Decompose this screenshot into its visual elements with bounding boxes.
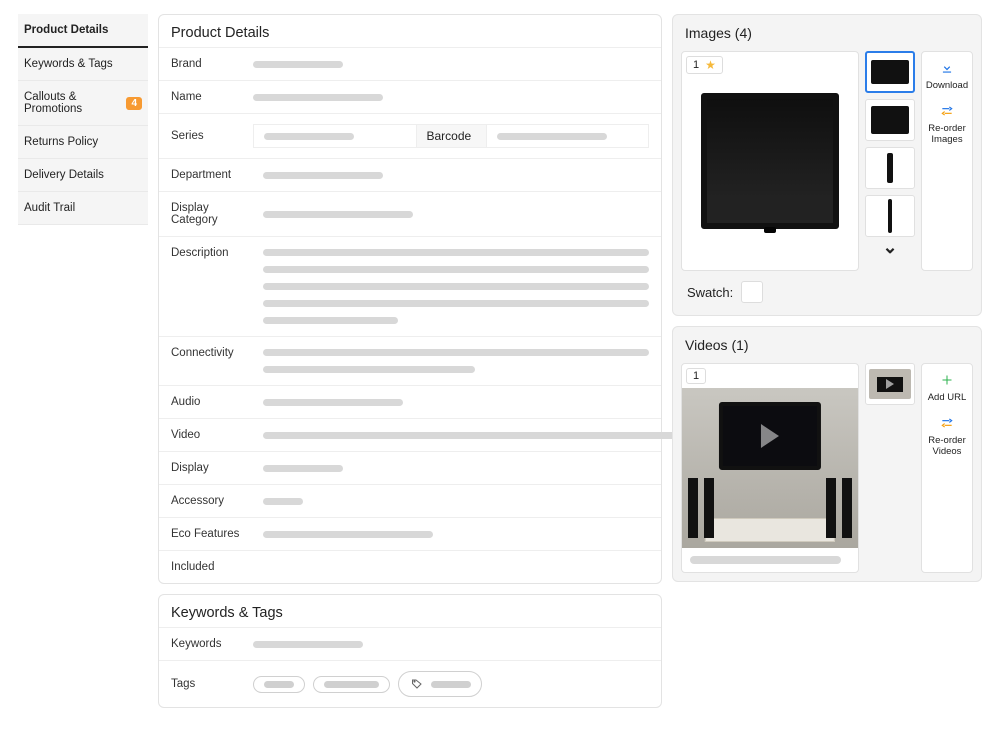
- image-thumb-3[interactable]: [865, 147, 915, 189]
- videos-panel: Videos (1) 1 Add URL: [672, 326, 982, 582]
- nav-product-details[interactable]: Product Details: [18, 14, 148, 48]
- tag-icon: [409, 676, 425, 692]
- images-title: Images (4): [681, 23, 973, 45]
- plus-icon: [939, 372, 955, 388]
- callouts-badge: 4: [126, 97, 142, 110]
- center-column: Product Details Brand Name Series Barcod…: [158, 14, 662, 718]
- reorder-videos-button[interactable]: Re-order Videos: [922, 415, 972, 457]
- play-icon: [761, 424, 779, 448]
- tag-chip[interactable]: [253, 676, 305, 693]
- nav-delivery-details[interactable]: Delivery Details: [18, 159, 148, 192]
- field-included-label: Included: [171, 561, 253, 573]
- reorder-icon: [939, 415, 955, 431]
- field-video-label: Video: [171, 429, 253, 441]
- field-connectivity-label: Connectivity: [171, 347, 253, 359]
- product-details-title: Product Details: [159, 15, 661, 47]
- field-name-value[interactable]: [253, 94, 383, 101]
- video-preview-main[interactable]: 1: [681, 363, 859, 573]
- image-thumb-4[interactable]: [865, 195, 915, 237]
- field-display-category-label: Display Category: [171, 202, 253, 226]
- field-accessory-label: Accessory: [171, 495, 253, 507]
- field-barcode-label: Barcode: [427, 129, 472, 143]
- field-brand-label: Brand: [171, 58, 243, 70]
- star-icon: ★: [705, 58, 716, 72]
- right-column: Images (4) 1★ ⌄ Download Re-orde: [672, 14, 982, 718]
- video-caption: [690, 556, 841, 564]
- nav-audit-trail[interactable]: Audit Trail: [18, 192, 148, 225]
- field-eco-label: Eco Features: [171, 528, 253, 540]
- video-thumb-1[interactable]: [865, 363, 915, 405]
- field-audio-value[interactable]: [263, 399, 403, 406]
- swatch-label: Swatch:: [687, 285, 733, 300]
- image-thumbnails: ⌄: [865, 51, 915, 271]
- reorder-icon: [939, 103, 955, 119]
- video-index-badge: 1: [686, 368, 706, 384]
- sidebar: Product Details Keywords & Tags Callouts…: [18, 14, 148, 718]
- image-index-badge: 1★: [686, 56, 723, 74]
- nav-keywords-tags[interactable]: Keywords & Tags: [18, 48, 148, 81]
- field-accessory-value[interactable]: [263, 498, 303, 505]
- field-video-value[interactable]: [263, 432, 741, 439]
- field-description-label: Description: [171, 247, 253, 259]
- tags-container: [253, 671, 482, 697]
- tv-illustration: [701, 93, 838, 228]
- field-series-label: Series: [171, 130, 243, 142]
- field-tags-label: Tags: [171, 678, 243, 690]
- keywords-tags-panel: Keywords & Tags Keywords Tags: [158, 594, 662, 708]
- image-thumb-1[interactable]: [865, 51, 915, 93]
- thumbs-scroll-down[interactable]: ⌄: [865, 241, 915, 253]
- videos-actions: Add URL Re-order Videos: [921, 363, 973, 573]
- images-panel: Images (4) 1★ ⌄ Download Re-orde: [672, 14, 982, 316]
- video-illustration: [682, 388, 858, 548]
- nav-callouts-promotions[interactable]: Callouts & Promotions4: [18, 81, 148, 126]
- tag-chip[interactable]: [313, 676, 390, 693]
- images-actions: Download Re-order Images: [921, 51, 973, 271]
- swatch-row: Swatch:: [681, 277, 915, 307]
- nav-returns-policy[interactable]: Returns Policy: [18, 126, 148, 159]
- image-thumb-2[interactable]: [865, 99, 915, 141]
- video-thumbnails: [865, 363, 915, 573]
- field-brand-value[interactable]: [253, 61, 343, 68]
- keywords-title: Keywords & Tags: [159, 595, 661, 627]
- field-display-value[interactable]: [263, 465, 343, 472]
- field-display-category-value[interactable]: [263, 211, 413, 218]
- field-department-value[interactable]: [263, 172, 383, 179]
- field-barcode-value[interactable]: [497, 133, 607, 140]
- product-details-panel: Product Details Brand Name Series Barcod…: [158, 14, 662, 584]
- field-name-label: Name: [171, 91, 243, 103]
- image-preview-main[interactable]: 1★: [681, 51, 859, 271]
- field-description-value[interactable]: [263, 247, 649, 326]
- reorder-images-button[interactable]: Re-order Images: [922, 103, 972, 145]
- field-series-value[interactable]: [264, 133, 354, 140]
- field-eco-value[interactable]: [263, 531, 433, 538]
- videos-title: Videos (1): [681, 335, 973, 357]
- tag-chip[interactable]: [398, 671, 482, 697]
- field-audio-label: Audio: [171, 396, 253, 408]
- field-connectivity-value[interactable]: [263, 347, 649, 375]
- field-keywords-label: Keywords: [171, 638, 243, 650]
- field-department-label: Department: [171, 169, 253, 181]
- add-url-button[interactable]: Add URL: [928, 372, 967, 403]
- download-button[interactable]: Download: [926, 60, 968, 91]
- field-keywords-value[interactable]: [253, 641, 363, 648]
- download-icon: [939, 60, 955, 76]
- field-display-label: Display: [171, 462, 253, 474]
- swatch-picker[interactable]: [741, 281, 763, 303]
